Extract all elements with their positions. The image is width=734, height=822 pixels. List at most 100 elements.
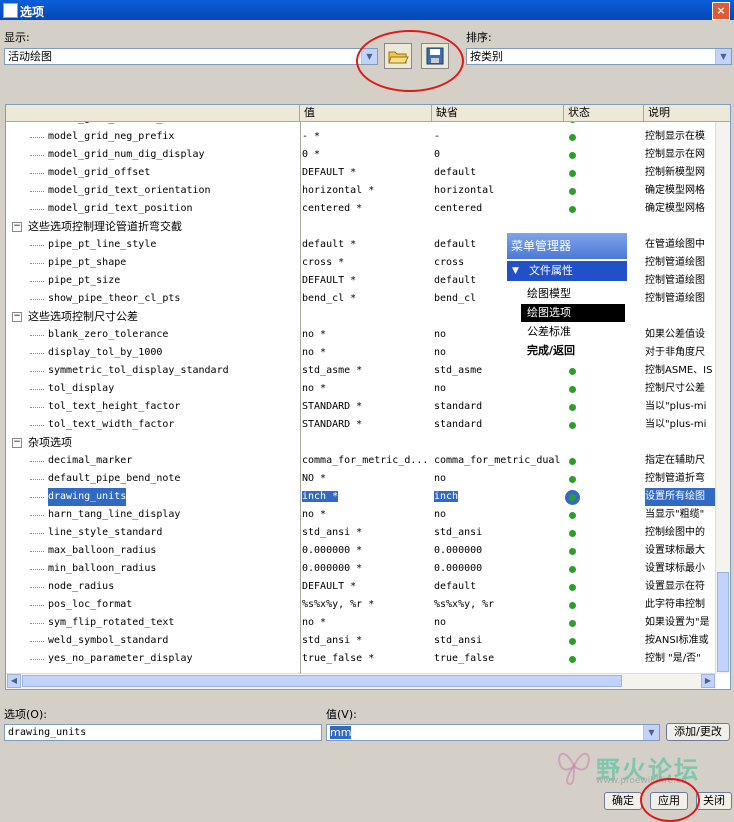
column-header-description[interactable]: 说明 — [644, 105, 730, 121]
scroll-left-button[interactable]: ◀ — [7, 674, 21, 688]
menu-folder-file-properties[interactable]: 文件属性 — [507, 261, 627, 281]
vertical-scrollbar[interactable] — [715, 122, 730, 674]
option-row[interactable]: model_grid_text_orientation horizontal * h… — [6, 182, 716, 200]
option-row[interactable]: model_grid_offset DEFAULT * default 控制新模型网 — [6, 164, 716, 182]
option-default-text: comma_for_metric_dual — [434, 455, 561, 466]
tree-connector — [30, 290, 48, 308]
collapse-icon[interactable]: − — [12, 312, 22, 322]
option-value: no * — [302, 344, 430, 362]
option-value: no * — [302, 506, 430, 524]
option-row[interactable]: tol_display no * no 控制尺寸公差 — [6, 380, 716, 398]
option-default-text: no — [434, 473, 447, 484]
option-row[interactable]: model_grid_num_dig_display 0 * 0 控制显示在网 — [6, 146, 716, 164]
tree-connector — [30, 182, 48, 200]
column-header-default[interactable]: 缺省 — [432, 105, 564, 121]
option-row[interactable]: node_radius DEFAULT * default 设置显示在符 — [6, 578, 716, 596]
column-header-value[interactable]: 值 — [300, 105, 432, 121]
option-name: sym_flip_rotated_text — [48, 617, 175, 628]
menu-item-drawing-options[interactable]: 绘图选项 — [521, 304, 625, 322]
option-name: model_grid_text_orientation — [48, 185, 211, 196]
option-row[interactable]: model_grid_text_position centered * center… — [6, 200, 716, 218]
scroll-right-button[interactable]: ▶ — [701, 674, 715, 688]
option-default-text: 0 — [434, 149, 441, 160]
option-default: std_ansi — [434, 524, 564, 542]
option-description: 当以"plus-mi — [645, 419, 707, 430]
status-dot-icon — [569, 386, 576, 393]
option-row[interactable]: model_grid_neg_prefix - * - 控制显示在模 — [6, 128, 716, 146]
option-value: comma_for_metric_d... — [302, 452, 430, 470]
option-description: 确定模型网格 — [645, 203, 705, 214]
option-default-text: no — [434, 509, 447, 520]
chevron-down-icon[interactable]: ▼ — [361, 49, 377, 64]
option-value-text: DEFAULT * — [302, 581, 357, 592]
option-row[interactable]: tol_text_height_factor STANDARD * standard… — [6, 398, 716, 416]
display-select[interactable]: 活动绘图 ▼ — [4, 48, 378, 65]
option-row[interactable]: tol_text_width_factor STANDARD * standard 当… — [6, 416, 716, 434]
status-dot-icon — [569, 494, 576, 501]
horizontal-scrollbar[interactable]: ◀ ▶ — [6, 673, 716, 689]
option-row[interactable]: sym_flip_rotated_text no * no 如果设置为"是 — [6, 614, 716, 632]
option-row[interactable]: line_style_standard std_ansi * std_ansi 控制绘… — [6, 524, 716, 542]
option-value: DEFAULT * — [302, 272, 430, 290]
option-value-text: no * — [302, 347, 327, 358]
butterfly-logo-icon — [558, 752, 590, 786]
tree-connector — [30, 578, 48, 596]
value-select[interactable]: mm ▼ — [326, 724, 660, 741]
column-header-name[interactable] — [6, 105, 300, 121]
close-button[interactable]: 关闭 — [696, 792, 732, 810]
scrollbar-thumb[interactable] — [22, 675, 622, 687]
save-config-button[interactable] — [421, 43, 449, 69]
menu-item-tolerance-standard[interactable]: 公差标准 — [521, 323, 625, 341]
add-change-button[interactable]: 添加/更改 — [666, 723, 730, 741]
chevron-down-icon[interactable]: ▼ — [643, 725, 659, 740]
ok-button[interactable]: 确定 — [604, 792, 642, 810]
menu-item-done-return[interactable]: 完成/返回 — [521, 342, 625, 360]
option-row[interactable]: min_balloon_radius 0.000000 * 0.000000 设置球标… — [6, 560, 716, 578]
option-description: 当显示"粗缆" — [645, 509, 705, 520]
tree-connector — [30, 362, 48, 380]
tree-connector — [30, 326, 48, 344]
option-name: max_balloon_radius — [48, 545, 157, 556]
option-value-text: std_ansi * — [302, 527, 363, 538]
scrollbar-thumb[interactable] — [717, 572, 729, 672]
option-value: DEFAULT * — [302, 578, 430, 596]
option-group-row[interactable]: − 杂项选项 — [6, 434, 306, 452]
option-row[interactable]: weld_symbol_standard std_ansi * std_ansi 按A… — [6, 632, 716, 650]
status-dot-icon — [569, 638, 576, 645]
option-name: model_grid_num_dig_display — [48, 149, 205, 160]
chevron-down-icon[interactable]: ▼ — [715, 49, 731, 64]
option-description: 如果设置为"是 — [645, 617, 710, 628]
tree-connector — [30, 596, 48, 614]
menu-item-drawing-models[interactable]: 绘图模型 — [521, 285, 625, 303]
option-default-text: 0.000000 — [434, 563, 483, 574]
option-row[interactable]: harn_tang_line_display no * no 当显示"粗缆" — [6, 506, 716, 524]
option-row[interactable]: decimal_marker comma_for_metric_d... comma… — [6, 452, 716, 470]
open-config-button[interactable] — [384, 43, 412, 69]
option-description: 如果公差值设 — [645, 329, 705, 340]
status-dot-icon — [569, 422, 576, 429]
option-row[interactable]: yes_no_parameter_display true_false * true… — [6, 650, 716, 668]
option-name: pos_loc_format — [48, 599, 133, 610]
option-value-text: horizontal * — [302, 185, 375, 196]
option-value: STANDARD * — [302, 398, 430, 416]
option-input[interactable]: drawing_units — [4, 724, 322, 741]
sort-select[interactable]: 按类别 ▼ — [466, 48, 732, 65]
status-dot-icon — [569, 152, 576, 159]
collapse-icon[interactable]: − — [12, 438, 22, 448]
column-header-status[interactable]: 状态 — [564, 105, 644, 121]
option-row[interactable]: max_balloon_radius 0.000000 * 0.000000 设置球标… — [6, 542, 716, 560]
option-group-row[interactable]: − 这些选项控制尺寸公差 — [6, 308, 306, 326]
option-description: 在管道绘图中 — [645, 239, 705, 250]
option-row[interactable]: default_pipe_bend_note NO * no 控制管道折弯 — [6, 470, 716, 488]
apply-button[interactable]: 应用 — [650, 792, 688, 810]
option-group-row[interactable]: − 这些选项控制理论管道折弯交截 — [6, 218, 306, 236]
status-dot-icon — [569, 134, 576, 141]
option-name: tol_text_width_factor — [48, 419, 175, 430]
collapse-icon[interactable]: − — [12, 222, 22, 232]
option-default: 0 — [434, 146, 564, 164]
option-row[interactable]: pos_loc_format %s%x%y, %r * %s%x%y, %r 此字符串… — [6, 596, 716, 614]
status-dot-icon — [569, 122, 576, 123]
option-description: 按ANSI标准或 — [645, 635, 709, 646]
close-window-button[interactable]: × — [712, 2, 730, 20]
option-row[interactable]: drawing_units inch * inch 设置所有绘图 — [6, 488, 716, 506]
